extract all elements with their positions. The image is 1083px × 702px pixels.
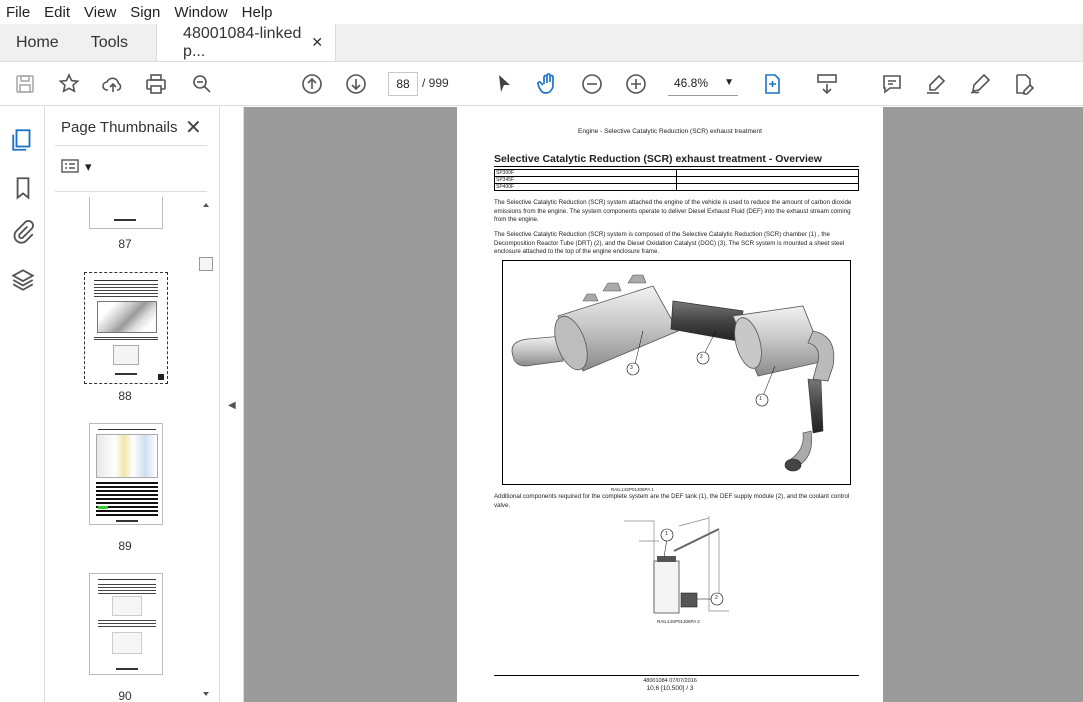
table-row: SP400F — [494, 183, 859, 191]
panel-splitter[interactable]: ◀ — [220, 107, 244, 702]
table-cell — [676, 169, 859, 177]
select-cursor-icon[interactable] — [489, 69, 519, 99]
collapse-panel-icon[interactable]: ◀ — [228, 400, 236, 411]
def-tank-figure: 1 2 — [619, 511, 737, 619]
document-page: Engine - Selective Catalytic Reduction (… — [457, 107, 883, 702]
zoom-level-value: 46.8% — [674, 76, 709, 90]
paragraph: The Selective Catalytic Reduction (SCR) … — [494, 199, 852, 223]
zoom-out-icon[interactable] — [577, 69, 607, 99]
menu-bar: File Edit View Sign Window Help — [0, 0, 1083, 24]
print-icon[interactable] — [141, 69, 171, 99]
tab-home[interactable]: Home — [0, 24, 75, 61]
footer-doc-id: 48001084 07/07/2016 — [643, 678, 697, 684]
paragraph: Additional components required for the c… — [494, 493, 850, 509]
chevron-down-icon: ▾ — [85, 159, 92, 174]
close-icon[interactable]: ✕ — [185, 115, 202, 140]
layers-icon[interactable] — [10, 267, 36, 293]
scroll-up-icon[interactable] — [203, 203, 209, 207]
table-row: SP300F — [494, 169, 859, 177]
hand-tool-icon[interactable] — [533, 69, 563, 99]
thumbnail-page[interactable] — [89, 423, 163, 525]
menu-help[interactable]: Help — [242, 4, 273, 21]
thumbnail-page-number: 88 — [118, 389, 132, 403]
figure-caption: RAIL14SP01306PA 1 — [611, 487, 654, 492]
page-number-input[interactable]: 88 — [388, 72, 418, 96]
chevron-down-icon: ▼ — [724, 77, 734, 88]
thumbnails-panel: Page Thumbnails ✕ ▾ 87 88 89 90 — [45, 107, 220, 702]
highlight-pen-icon[interactable] — [921, 69, 951, 99]
bookmarks-icon[interactable] — [10, 175, 36, 201]
previous-page-icon[interactable] — [297, 69, 327, 99]
menu-edit[interactable]: Edit — [44, 4, 70, 21]
def-tank-illustration — [621, 513, 735, 617]
thumbnail-page-number: 90 — [118, 689, 132, 702]
callout-label: 2 — [715, 595, 718, 601]
document-canvas[interactable]: Engine - Selective Catalytic Reduction (… — [244, 107, 1083, 702]
menu-window[interactable]: Window — [174, 4, 227, 21]
tab-close-icon[interactable]: ✕ — [311, 34, 323, 51]
callout-label: 1 — [759, 396, 762, 402]
comment-icon[interactable] — [877, 69, 907, 99]
edit-pdf-icon[interactable] — [1009, 69, 1039, 99]
table-cell — [676, 176, 859, 184]
paragraph: The Selective Catalytic Reduction (SCR) … — [494, 231, 845, 255]
menu-sign[interactable]: Sign — [130, 4, 160, 21]
tab-document-label: 48001084-linked p... — [183, 24, 302, 60]
callout-label: 1 — [665, 531, 668, 537]
scrollbar-thumb[interactable] — [199, 257, 213, 271]
save-icon[interactable] — [10, 69, 40, 99]
panel-title: Page Thumbnails — [61, 119, 178, 136]
bookmark-star-icon[interactable] — [54, 69, 84, 99]
thumbnail-scrollbar[interactable] — [199, 197, 215, 702]
callout-label: 3 — [630, 365, 633, 371]
page-total: / 999 — [422, 76, 449, 90]
toolbar: 88 / 999 46.8% ▼ — [0, 62, 1083, 106]
thumbnail-page-number: 89 — [118, 539, 132, 553]
zoom-search-icon[interactable] — [187, 69, 217, 99]
sign-pen-icon[interactable] — [965, 69, 995, 99]
figure-caption: RAIL14SP01306PA 2 — [657, 619, 700, 624]
callout-label: 2 — [700, 354, 703, 360]
attachments-icon[interactable] — [10, 219, 36, 245]
thumbnail-page-number: 87 — [118, 237, 132, 251]
table-cell: SP400F — [494, 183, 677, 191]
section-title: Selective Catalytic Reduction (SCR) exha… — [494, 153, 859, 167]
scroll-mode-icon[interactable] — [812, 69, 842, 99]
thumbnail-page[interactable] — [89, 197, 163, 229]
thumbnail-options-button[interactable]: ▾ — [61, 159, 92, 176]
divider — [55, 191, 207, 192]
table-cell: SP345F — [494, 176, 677, 184]
thumbnail-page[interactable] — [89, 573, 163, 675]
table-cell: SP300F — [494, 169, 677, 177]
list-options-icon — [61, 159, 79, 173]
menu-file[interactable]: File — [6, 4, 30, 21]
upload-cloud-icon[interactable] — [98, 69, 128, 99]
page-thumbnails-icon[interactable] — [10, 127, 36, 153]
thumbnail-list: 87 88 89 90 — [45, 197, 205, 702]
menu-view[interactable]: View — [84, 4, 116, 21]
footer-rule — [494, 675, 859, 676]
scr-assembly-illustration — [511, 274, 835, 472]
left-rail — [0, 107, 45, 702]
next-page-icon[interactable] — [341, 69, 371, 99]
zoom-in-icon[interactable] — [621, 69, 651, 99]
thumbnail-page-selected[interactable] — [84, 272, 168, 384]
tab-document[interactable]: 48001084-linked p... ✕ — [156, 24, 337, 61]
footer-page-ref: 10.6 [10.500] / 3 — [646, 685, 694, 692]
zoom-level-select[interactable]: 46.8% ▼ — [668, 72, 738, 96]
scroll-down-icon[interactable] — [203, 692, 209, 696]
fit-page-icon[interactable] — [757, 69, 787, 99]
table-cell — [676, 183, 859, 191]
page-header: Engine - Selective Catalytic Reduction (… — [578, 128, 762, 135]
model-table: SP300F SP345F SP400F — [494, 169, 859, 191]
scr-system-figure: 3 2 1 — [502, 260, 851, 485]
tab-bar: Home Tools 48001084-linked p... ✕ — [0, 24, 1083, 62]
tab-tools[interactable]: Tools — [75, 24, 144, 61]
divider — [55, 145, 207, 146]
table-row: SP345F — [494, 176, 859, 184]
